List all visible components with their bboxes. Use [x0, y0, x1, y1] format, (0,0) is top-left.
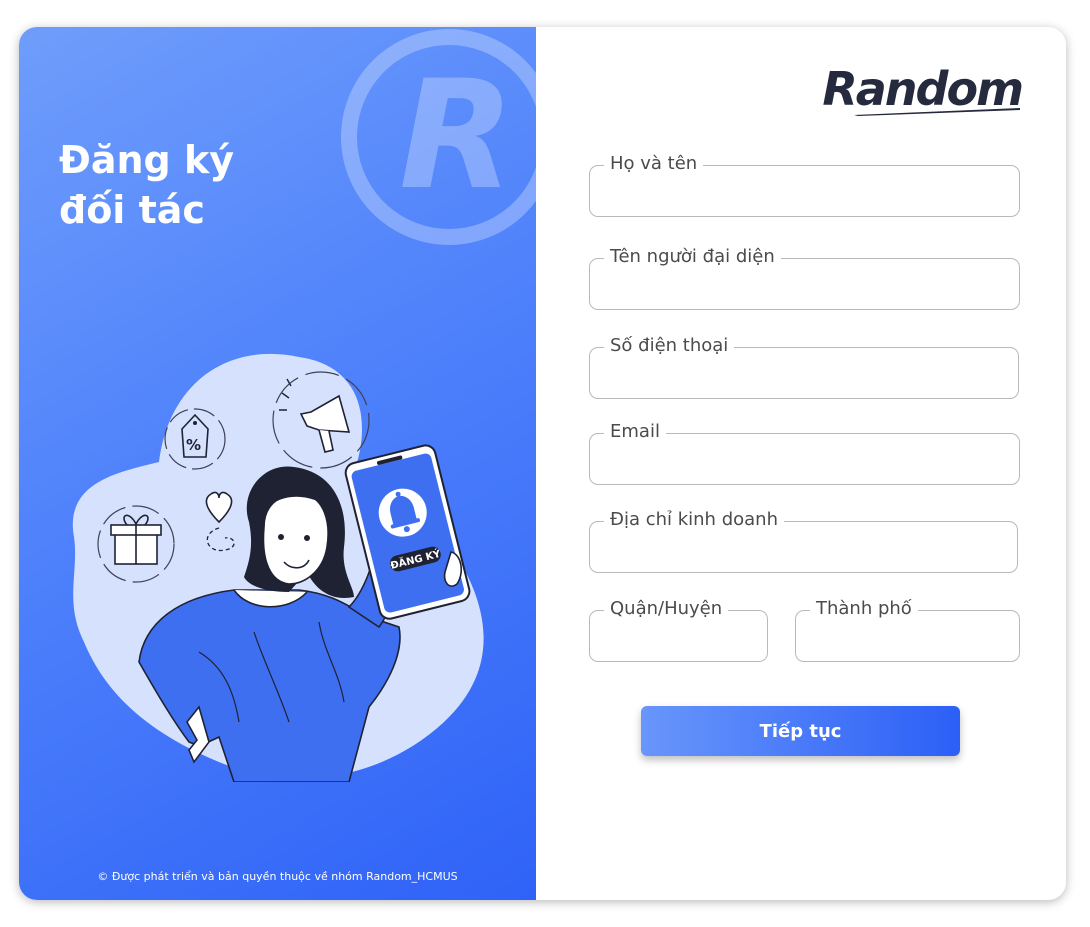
email-input[interactable]	[604, 448, 1005, 474]
representative-input[interactable]	[604, 273, 1005, 299]
district-field[interactable]: Quận/Huyện	[589, 598, 768, 662]
business-address-label: Địa chỉ kinh doanh	[604, 509, 784, 531]
email-label: Email	[604, 421, 666, 443]
logo-underline-swoosh	[854, 108, 1020, 116]
business-address-field[interactable]: Địa chỉ kinh doanh	[589, 509, 1018, 573]
page-title: Đăng ký đối tác	[59, 138, 235, 232]
signup-card: R Đăng ký đối tác % ĐĂNG KÝ © Được phát …	[19, 27, 1066, 900]
form-panel: Random Họ và tên Tên người đại diện Số đ…	[536, 27, 1066, 900]
svg-text:%: %	[186, 436, 201, 454]
representative-field[interactable]: Tên người đại diện	[589, 246, 1020, 310]
phone-input[interactable]	[604, 362, 1004, 388]
business-address-input[interactable]	[604, 536, 1003, 562]
phone-field[interactable]: Số điện thoại	[589, 335, 1019, 399]
left-banner-panel: R Đăng ký đối tác % ĐĂNG KÝ © Được phát …	[19, 27, 536, 900]
continue-button[interactable]: Tiếp tục	[641, 706, 960, 756]
registered-watermark-icon: R	[341, 29, 536, 245]
full-name-input[interactable]	[604, 180, 1005, 206]
city-label: Thành phố	[810, 598, 918, 620]
email-field[interactable]: Email	[589, 421, 1020, 485]
woman-with-phone-illustration: % ĐĂNG KÝ	[72, 353, 484, 782]
district-input[interactable]	[604, 625, 753, 651]
watermark-letter: R	[399, 49, 515, 223]
city-input[interactable]	[810, 625, 1005, 651]
phone-label: Số điện thoại	[604, 335, 735, 357]
full-name-field[interactable]: Họ và tên	[589, 153, 1020, 217]
copyright-text: © Được phát triển và bản quyền thuộc về …	[97, 870, 458, 883]
district-label: Quận/Huyện	[604, 598, 729, 620]
full-name-label: Họ và tên	[604, 153, 704, 175]
representative-label: Tên người đại diện	[604, 246, 781, 268]
city-field[interactable]: Thành phố	[795, 598, 1020, 662]
